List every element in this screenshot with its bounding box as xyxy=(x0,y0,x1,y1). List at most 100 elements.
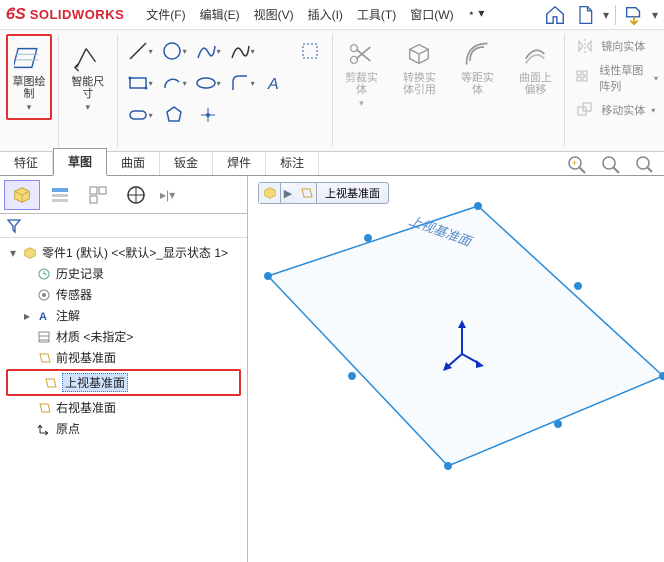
property-manager-tab-icon[interactable] xyxy=(42,180,78,210)
tab-surface[interactable]: 曲面 xyxy=(107,150,160,175)
text-tool-icon[interactable]: A xyxy=(260,68,292,98)
spline-tool-icon[interactable]: ▾ xyxy=(192,36,224,66)
app-name: SOLIDWORKS xyxy=(30,7,125,22)
prev-view-icon[interactable] xyxy=(634,154,654,174)
material-icon xyxy=(36,329,52,345)
offset-eq-label: 等距实体 xyxy=(456,72,498,96)
offset-eq-button[interactable]: 等距实体 xyxy=(454,34,500,100)
trim-button[interactable]: 剪裁实体 ▾ xyxy=(338,34,384,113)
svg-text:+: + xyxy=(572,158,577,168)
polygon-tool-icon[interactable] xyxy=(158,100,190,130)
dropdown-icon[interactable]: ▾ xyxy=(652,8,658,22)
trim-label: 剪裁实体 xyxy=(340,72,382,96)
offset-curve-label: 曲面上偏移 xyxy=(514,72,556,96)
svg-text:A: A xyxy=(267,76,279,93)
tree-material[interactable]: 材质 <未指定> xyxy=(2,326,245,347)
collapse-icon[interactable]: ▾ xyxy=(8,246,18,260)
circle-tool-icon[interactable]: ▾ xyxy=(158,36,190,66)
rectangle-tool-icon[interactable]: ▾ xyxy=(124,68,156,98)
feature-tree: ▾ 零件1 (默认) <<默认>_显示状态 1> 历史记录 传感器 ▸ A 注解 xyxy=(0,238,247,562)
svg-text:A: A xyxy=(39,311,47,323)
linear-pattern-button[interactable]: 线性草图阵列▾ xyxy=(575,62,658,94)
arc-tool-icon[interactable]: ▾ xyxy=(158,68,190,98)
work-area: ▸|▾ ▾ 零件1 (默认) <<默认>_显示状态 1> 历史记录 传感器 ▸ xyxy=(0,176,664,562)
menu-file[interactable]: 文件(F) xyxy=(140,2,191,27)
menu-items: 文件(F) 编辑(E) 视图(V) 插入(I) 工具(T) 窗口(W) ⋆ ▾ xyxy=(140,2,490,27)
ellipse-tool-icon[interactable]: ▾ xyxy=(192,68,224,98)
pattern-icon xyxy=(575,68,593,88)
curve-offset-icon xyxy=(519,38,551,70)
move-icon xyxy=(575,100,595,120)
plane-icon xyxy=(36,350,52,366)
filter-bar xyxy=(0,214,247,238)
mirror-button[interactable]: 镜向实体 xyxy=(575,36,658,56)
sketch-icon xyxy=(13,42,45,74)
separator xyxy=(615,5,616,25)
plane-icon xyxy=(42,375,58,391)
smart-dimension-button[interactable]: 智能尺寸 ▾ xyxy=(65,34,111,120)
sketch-label: 草图绘制 xyxy=(10,76,48,100)
tab-sketch[interactable]: 草图 xyxy=(53,148,107,176)
config-manager-tab-icon[interactable] xyxy=(80,180,116,210)
selection-box-icon[interactable] xyxy=(294,36,326,66)
expand-icon[interactable]: ▸ xyxy=(22,309,32,323)
dropdown-icon[interactable]: ▾ xyxy=(603,8,609,22)
menu-view[interactable]: 视图(V) xyxy=(248,2,300,27)
app-logo: ϐS SOLIDWORKS xyxy=(6,6,124,24)
new-doc-icon[interactable] xyxy=(573,3,597,27)
convert-label: 转换实体引用 xyxy=(398,72,440,96)
tab-feature[interactable]: 特征 xyxy=(0,150,53,175)
point-tool-icon[interactable] xyxy=(192,100,224,130)
scissors-icon xyxy=(345,38,377,70)
graphics-area[interactable]: ▶ 上视基准面 上视基准面 xyxy=(248,176,664,562)
viewport-svg: 上视基准面 xyxy=(248,176,664,562)
tab-annotate[interactable]: 标注 xyxy=(266,150,319,175)
tab-sheetmetal[interactable]: 钣金 xyxy=(160,150,213,175)
menu-insert[interactable]: 插入(I) xyxy=(302,2,349,27)
command-tabs: 特征 草图 曲面 钣金 焊件 标注 + xyxy=(0,152,664,176)
convert-button[interactable]: 转换实体引用 xyxy=(396,34,442,100)
home-icon[interactable] xyxy=(543,3,567,27)
menu-more-icon[interactable]: ⋆ ▾ xyxy=(462,2,491,27)
slot-tool-icon[interactable]: ▾ xyxy=(124,100,156,130)
ribbon: 草图绘制 ▾ 智能尺寸 ▾ ▾ ▾ ▾ ▾ ▾ ▾ ▾ ▾ A ▾ xyxy=(0,30,664,152)
menubar: ϐS SOLIDWORKS 文件(F) 编辑(E) 视图(V) 插入(I) 工具… xyxy=(0,0,664,30)
sensor-icon xyxy=(36,287,52,303)
cube-icon xyxy=(403,38,435,70)
annotation-icon: A xyxy=(36,308,52,324)
logo-mark-icon: ϐS xyxy=(6,6,26,24)
menu-tools[interactable]: 工具(T) xyxy=(351,2,402,27)
line-tool-icon[interactable]: ▾ xyxy=(124,36,156,66)
offset-curve-button[interactable]: 曲面上偏移 xyxy=(512,34,558,100)
tree-annotations[interactable]: ▸ A 注解 xyxy=(2,305,245,326)
tab-weldment[interactable]: 焊件 xyxy=(213,150,266,175)
offset-icon xyxy=(461,38,493,70)
dropdown-icon: ▾ xyxy=(86,102,91,113)
part-icon xyxy=(22,245,38,261)
tree-top-plane[interactable]: 上视基准面 xyxy=(6,369,241,396)
feature-manager-tab-icon[interactable] xyxy=(4,180,40,210)
tree-origin[interactable]: 原点 xyxy=(2,418,245,439)
fillet-tool-icon[interactable]: ▾ xyxy=(226,68,258,98)
sketch-button[interactable]: 草图绘制 ▾ xyxy=(6,34,52,120)
menu-window[interactable]: 窗口(W) xyxy=(404,2,459,27)
origin-icon xyxy=(36,421,52,437)
zoom-area-icon[interactable] xyxy=(600,154,624,174)
sketch-tools-grid: ▾ ▾ ▾ ▾ ▾ ▾ ▾ ▾ A ▾ xyxy=(124,36,326,130)
zoom-to-fit-icon[interactable]: + xyxy=(566,154,590,174)
dimxpert-tab-icon[interactable] xyxy=(118,180,154,210)
funnel-icon[interactable] xyxy=(6,218,22,234)
tree-root[interactable]: ▾ 零件1 (默认) <<默认>_显示状态 1> xyxy=(2,242,245,263)
tree-sensors[interactable]: 传感器 xyxy=(2,284,245,305)
tree-front-plane[interactable]: 前视基准面 xyxy=(2,347,245,368)
menu-edit[interactable]: 编辑(E) xyxy=(194,2,246,27)
feature-manager-panel: ▸|▾ ▾ 零件1 (默认) <<默认>_显示状态 1> 历史记录 传感器 ▸ xyxy=(0,176,248,562)
spline-tool-icon[interactable]: ▾ xyxy=(226,36,258,66)
mirror-icon xyxy=(575,36,595,56)
manager-more-icon[interactable]: ▸|▾ xyxy=(156,188,179,202)
tree-history[interactable]: 历史记录 xyxy=(2,263,245,284)
move-button[interactable]: 移动实体▾ xyxy=(575,100,658,120)
export-icon[interactable] xyxy=(622,3,646,27)
tree-right-plane[interactable]: 右视基准面 xyxy=(2,397,245,418)
plane-icon xyxy=(36,400,52,416)
